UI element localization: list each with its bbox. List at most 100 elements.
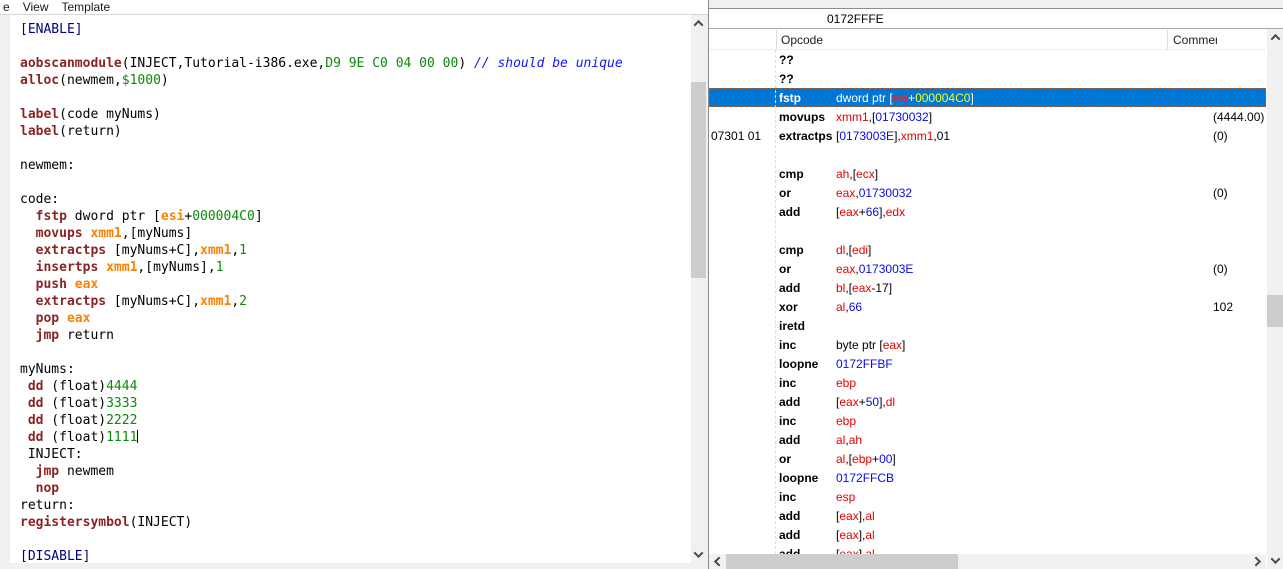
opcode-cell: add[eax],al (775, 509, 1204, 523)
script-line: movups xmm1,[myNums] (20, 225, 623, 242)
comment-cell: (4444.00) (1204, 110, 1266, 124)
script-line: dd (float)4444 (20, 378, 623, 395)
disasm-row[interactable]: add[eax+50],dl (709, 392, 1266, 411)
column-opcode[interactable]: Opcode (776, 30, 1167, 49)
chevron-down-icon (1271, 554, 1281, 564)
script-line: return: (20, 497, 623, 514)
script-line: pop eax (20, 310, 623, 327)
comment-cell: (0) (1204, 129, 1266, 143)
disasm-horizontal-scrollbar[interactable] (709, 554, 1266, 569)
mnemonic: iretd (779, 319, 836, 333)
disasm-row[interactable]: xoral,66102 (709, 297, 1266, 316)
menu-item-template[interactable]: Template (61, 0, 110, 14)
column-bytes[interactable] (709, 30, 776, 49)
scroll-up-button[interactable] (1267, 29, 1283, 46)
mnemonic: add (779, 509, 836, 523)
mnemonic: inc (779, 490, 836, 504)
opcode-cell: incebp (775, 376, 1204, 390)
disasm-row[interactable]: movupsxmm1,[01730032](4444.00) (709, 107, 1266, 126)
scroll-thumb[interactable] (726, 554, 958, 569)
opcode-cell: ?? (775, 53, 1204, 67)
disasm-row[interactable]: cmpdl,[edi] (709, 240, 1266, 259)
opcode-cell: fstpdword ptr [esi+000004C0] (775, 91, 1204, 105)
scroll-thumb[interactable] (691, 82, 706, 278)
scroll-left-button[interactable] (709, 554, 726, 569)
column-comment[interactable]: Comment (1167, 30, 1266, 49)
script-line (20, 89, 623, 106)
address-header: 0172FFFE (709, 10, 1283, 29)
mnemonic: inc (779, 376, 836, 390)
disasm-row[interactable]: loopne0172FFCB (709, 468, 1266, 487)
disasm-row[interactable]: iretd (709, 316, 1266, 335)
disasm-row[interactable]: add[eax],al (709, 506, 1266, 525)
disasm-list[interactable]: ???? fstpdword ptr [esi+000004C0] movupsxm… (709, 50, 1266, 554)
mnemonic: ?? (779, 72, 836, 86)
scroll-down-button[interactable] (1267, 552, 1283, 569)
disasm-vertical-scrollbar[interactable] (1266, 29, 1283, 569)
scroll-down-button[interactable] (691, 546, 706, 563)
mnemonic: xor (779, 300, 836, 314)
opcode-cell: oreax,01730032 (775, 186, 1204, 200)
disasm-row[interactable]: add[eax+66],edx (709, 202, 1266, 221)
chevron-right-icon (1251, 557, 1261, 567)
disasm-row[interactable]: addal,ah (709, 430, 1266, 449)
opcode-cell: add[eax+66],edx (775, 205, 1204, 219)
script-line: dd (float)2222 (20, 412, 623, 429)
opcode-cell: incbyte ptr [eax] (775, 338, 1204, 352)
column-header: Opcode Comment (709, 30, 1266, 50)
opcode-cell: addbl,[eax-17] (775, 281, 1204, 295)
script-line: code: (20, 191, 623, 208)
mnemonic: ?? (779, 53, 836, 67)
opcode-cell: xoral,66 (775, 300, 1204, 314)
opcode-cell: oreax,0173003E (775, 262, 1204, 276)
opcode-cell: loopne0172FFBF (775, 357, 1204, 371)
disasm-row[interactable]: ?? (709, 50, 1266, 69)
disasm-row[interactable]: 07301 01extractps[0173003E],xmm1,01(0) (709, 126, 1266, 145)
disasm-row[interactable]: oral,[ebp+00] (709, 449, 1266, 468)
disasm-row[interactable]: oreax,0173003E(0) (709, 259, 1266, 278)
script-line (20, 344, 623, 361)
auto-assembler-script[interactable]: [ENABLE] aobscanmodule(INJECT,Tutorial-i3… (20, 21, 623, 563)
opcode-cell: oral,[ebp+00] (775, 452, 1204, 466)
script-line: jmp return (20, 327, 623, 344)
script-line: dd (float)1111 (20, 429, 623, 446)
menu-item-e[interactable]: e (3, 0, 10, 14)
disasm-row[interactable]: loopne0172FFBF (709, 354, 1266, 373)
disasm-row[interactable]: oreax,01730032(0) (709, 183, 1266, 202)
disasm-row[interactable]: incesp (709, 487, 1266, 506)
opcode-cell: incesp (775, 490, 1204, 504)
disasm-row[interactable]: addbl,[eax-17] (709, 278, 1266, 297)
script-line: dd (float)3333 (20, 395, 623, 412)
scroll-thumb[interactable] (1267, 295, 1283, 327)
script-line: [ENABLE] (20, 21, 623, 38)
script-line: aobscanmodule(INJECT,Tutorial-i386.exe,D… (20, 55, 623, 72)
disasm-row[interactable]: add[eax],al (709, 544, 1266, 554)
menubar: e View Template (0, 0, 708, 15)
disasm-row[interactable]: incbyte ptr [eax] (709, 335, 1266, 354)
script-line: registersymbol(INJECT) (20, 514, 623, 531)
disasm-row[interactable]: add[eax],al (709, 525, 1266, 544)
opcode-cell: extractps[0173003E],xmm1,01 (775, 129, 1204, 143)
mnemonic: loopne (779, 357, 836, 371)
scroll-up-button[interactable] (691, 15, 706, 32)
script-line: nop (20, 480, 623, 497)
mnemonic: add (779, 395, 836, 409)
script-line (20, 38, 623, 55)
mnemonic: add (779, 433, 836, 447)
menu-item-view[interactable]: View (23, 0, 49, 14)
scroll-right-button[interactable] (1249, 554, 1266, 569)
disasm-row[interactable]: incebp (709, 373, 1266, 392)
disasm-row-selected[interactable]: fstpdword ptr [esi+000004C0] (709, 88, 1266, 107)
disasm-row[interactable] (709, 145, 1266, 164)
disasm-row[interactable]: cmpah,[ecx] (709, 164, 1266, 183)
disasm-row[interactable] (709, 221, 1266, 240)
script-line: newmem: (20, 157, 623, 174)
script-editor[interactable]: [ENABLE] aobscanmodule(INJECT,Tutorial-i3… (10, 15, 691, 563)
current-address: 0172FFFE (827, 12, 884, 26)
mnemonic: add (779, 547, 836, 555)
disasm-row[interactable]: ?? (709, 69, 1266, 88)
disasm-row[interactable]: incebp (709, 411, 1266, 430)
script-line: label(code myNums) (20, 106, 623, 123)
editor-vertical-scrollbar[interactable] (691, 15, 706, 563)
memory-view-top-strip (709, 0, 1283, 9)
